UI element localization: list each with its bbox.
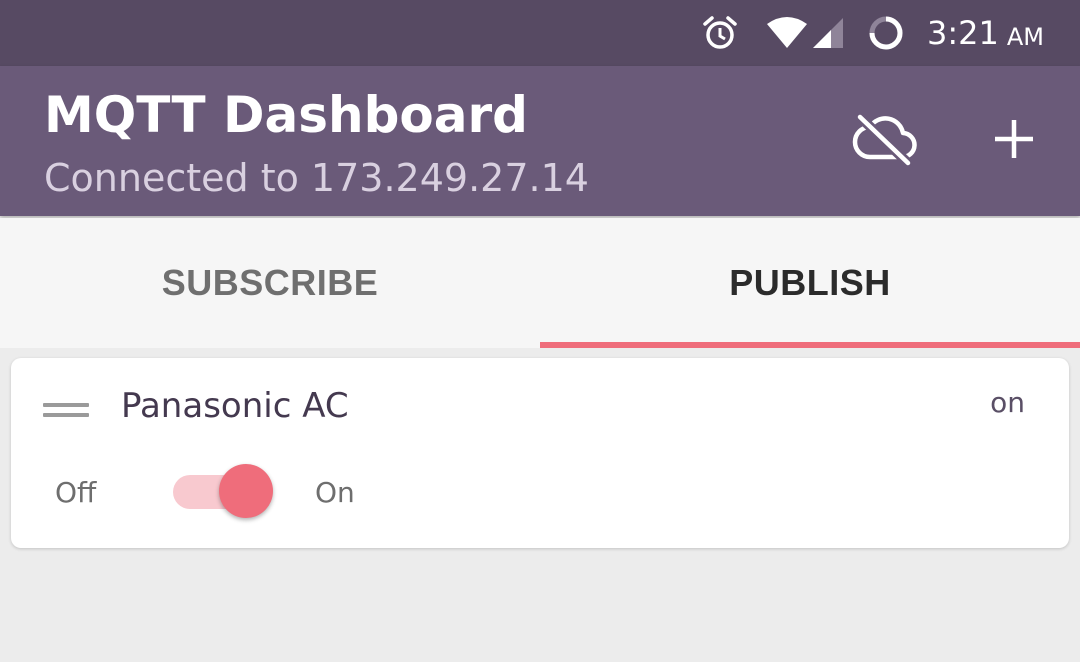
power-switch[interactable] <box>173 462 277 522</box>
switch-on-label: On <box>315 476 355 509</box>
disconnect-button[interactable] <box>849 106 919 176</box>
card-title: Panasonic AC <box>121 386 349 426</box>
wifi-icon <box>765 16 809 50</box>
status-bar: 3:21 AM <box>0 0 1080 66</box>
tab-publish[interactable]: PUBLISH <box>540 218 1080 348</box>
alarm-icon <box>701 14 739 52</box>
add-icon <box>992 117 1036 166</box>
tab-subscribe-label: SUBSCRIBE <box>161 262 379 303</box>
switch-off-label: Off <box>55 476 97 509</box>
tab-publish-label: PUBLISH <box>729 262 891 303</box>
app-title: MQTT Dashboard <box>44 86 528 144</box>
tab-bar: SUBSCRIBE PUBLISH <box>0 218 1080 348</box>
add-button[interactable] <box>979 106 1049 176</box>
drag-handle-icon[interactable] <box>43 403 89 423</box>
cell-signal-icon <box>811 16 845 50</box>
tab-subscribe[interactable]: SUBSCRIBE <box>0 218 540 348</box>
switch-thumb <box>219 464 273 518</box>
card-value: on <box>990 386 1025 419</box>
publish-card[interactable]: Panasonic AC on Off On <box>11 358 1069 548</box>
status-time: 3:21 <box>927 14 999 52</box>
status-icons: 3:21 AM <box>701 0 1044 66</box>
tab-indicator <box>540 342 1080 348</box>
app-bar: MQTT Dashboard Connected to 173.249.27.1… <box>0 66 1080 216</box>
connection-status: Connected to 173.249.27.14 <box>44 156 589 200</box>
cloud-off-icon <box>850 111 918 172</box>
sync-icon <box>867 14 905 52</box>
status-ampm: AM <box>1006 23 1044 51</box>
